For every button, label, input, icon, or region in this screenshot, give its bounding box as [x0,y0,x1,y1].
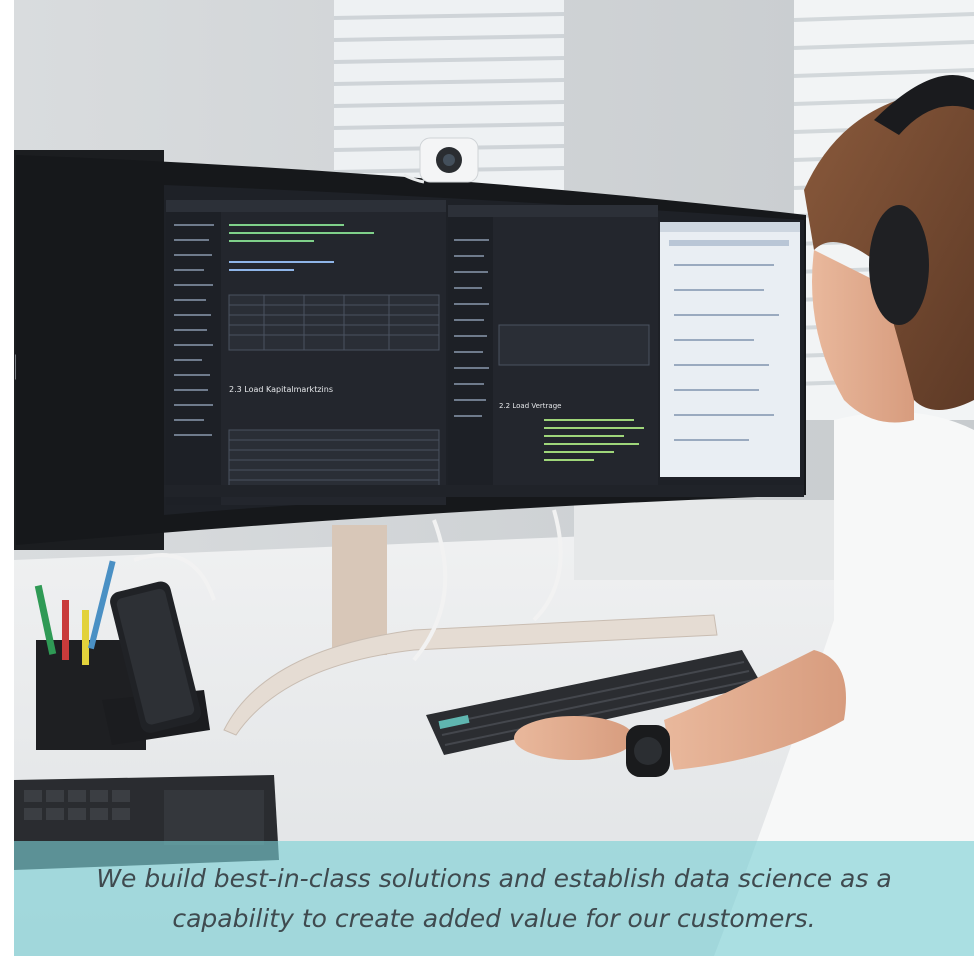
browser-pane [660,222,800,477]
smartwatch [626,725,670,777]
taskbar [164,485,804,497]
ide-pane-right: 2.2 Load Vertrage [448,205,658,495]
caption-text: We build best-in-class solutions and est… [56,859,931,939]
right-pane-heading: 2.2 Load Vertrage [499,402,561,410]
left-pane-heading: 2.3 Load Kapitalmarktzins [229,385,333,394]
ide-pane-left: 2.3 Load Kapitalmarktzins [166,200,446,505]
photo-frame: 2.3 Load Kapitalmarktzins 2.2 Load Vertr… [0,0,974,956]
caption-line-2: capability to create added value for our… [172,903,816,933]
office-photo: 2.3 Load Kapitalmarktzins 2.2 Load Vertr… [14,0,974,956]
background-desk [574,500,834,580]
main-monitor: 2.3 Load Kapitalmarktzins 2.2 Load Vertr… [16,155,806,545]
caption-line-1: We build best-in-class solutions and est… [96,863,892,893]
caption-band: We build best-in-class solutions and est… [14,841,974,956]
